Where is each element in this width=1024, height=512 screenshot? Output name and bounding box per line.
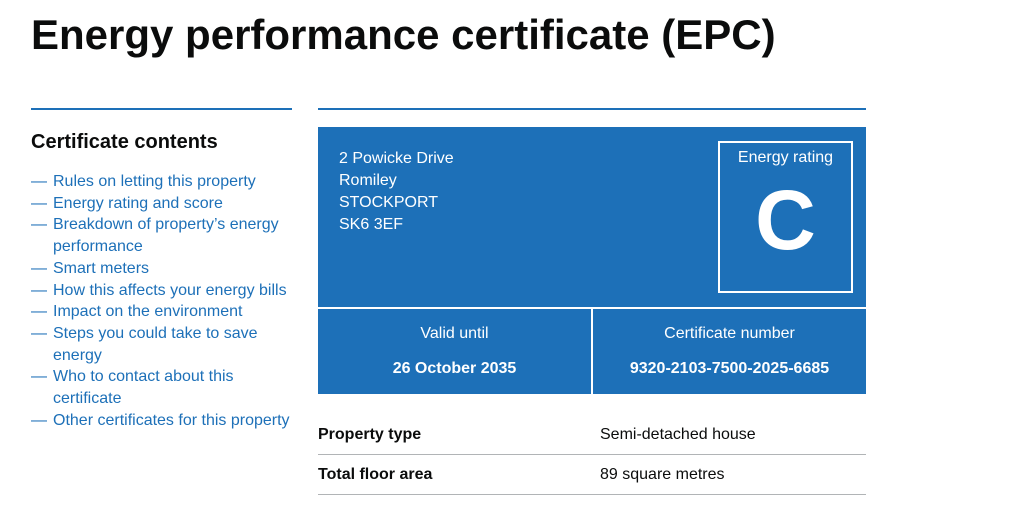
contents-link-energy-rating[interactable]: Energy rating and score — [53, 195, 223, 212]
summary-value: 89 square metres — [600, 465, 725, 483]
contents-item-breakdown: Breakdown of property’s energy performan… — [31, 214, 292, 257]
energy-rating-box: Energy rating C — [718, 141, 853, 293]
contents-item-other-certificates: Other certificates for this property — [31, 410, 292, 432]
energy-rating-label: Energy rating — [737, 149, 834, 166]
contents-link-breakdown[interactable]: Breakdown of property’s energy performan… — [53, 216, 279, 255]
valid-until-value: 26 October 2035 — [392, 360, 517, 377]
valid-until-label: Valid until — [420, 325, 489, 342]
contents-link-who-to-contact[interactable]: Who to contact about this certificate — [53, 368, 234, 407]
address-line: 2 Powicke Drive — [339, 150, 454, 167]
epc-details: Valid until 26 October 2035 Certificate … — [318, 307, 866, 394]
summary-key: Property type — [318, 426, 422, 443]
address-line: STOCKPORT — [339, 194, 438, 211]
page-title: Energy performance certificate (EPC) — [31, 11, 776, 58]
summary-row-floor-area: Total floor area 89 square metres — [318, 455, 866, 495]
contents-link-environment[interactable]: Impact on the environment — [53, 303, 242, 320]
energy-rating-letter: C — [755, 173, 816, 267]
address-line: Romiley — [339, 172, 397, 189]
address-line: SK6 3EF — [339, 216, 404, 233]
summary-row-property-type: Property type Semi-detached house — [318, 416, 866, 455]
certificate-number-value: 9320-2103-7500-2025-6685 — [629, 360, 830, 377]
property-summary-list: Property type Semi-detached house Total … — [318, 416, 866, 495]
contents-item-energy-bills: How this affects your energy bills — [31, 280, 292, 302]
sidebar-heading: Certificate contents — [31, 131, 218, 153]
contents-item-who-to-contact: Who to contact about this certificate — [31, 366, 292, 409]
contents-list: Rules on letting this property Energy ra… — [31, 171, 292, 431]
epc-header: 2 Powicke Drive Romiley STOCKPORT SK6 3E… — [318, 127, 866, 307]
valid-until-cell: Valid until 26 October 2035 — [318, 309, 591, 394]
contents-item-steps-to-save: Steps you could take to save energy — [31, 323, 292, 366]
epc-summary-box: 2 Powicke Drive Romiley STOCKPORT SK6 3E… — [318, 127, 866, 394]
certificate-contents-nav: Certificate contents Rules on letting th… — [31, 108, 292, 431]
contents-link-energy-bills[interactable]: How this affects your energy bills — [53, 282, 287, 299]
contents-link-smart-meters[interactable]: Smart meters — [53, 260, 149, 277]
contents-item-energy-rating: Energy rating and score — [31, 193, 292, 215]
contents-link-other-certificates[interactable]: Other certificates for this property — [53, 412, 290, 429]
contents-link-steps-to-save[interactable]: Steps you could take to save energy — [53, 325, 258, 364]
main-content: 2 Powicke Drive Romiley STOCKPORT SK6 3E… — [318, 108, 866, 495]
property-address: 2 Powicke Drive Romiley STOCKPORT SK6 3E… — [339, 148, 454, 236]
certificate-number-label: Certificate number — [664, 325, 795, 342]
summary-value: Semi-detached house — [600, 426, 756, 443]
contents-item-smart-meters: Smart meters — [31, 258, 292, 280]
summary-key: Total floor area — [318, 465, 433, 483]
certificate-number-cell: Certificate number 9320-2103-7500-2025-6… — [591, 309, 866, 394]
contents-link-rules-on-letting[interactable]: Rules on letting this property — [53, 173, 256, 190]
contents-item-rules-on-letting: Rules on letting this property — [31, 171, 292, 193]
contents-item-environment: Impact on the environment — [31, 301, 292, 323]
